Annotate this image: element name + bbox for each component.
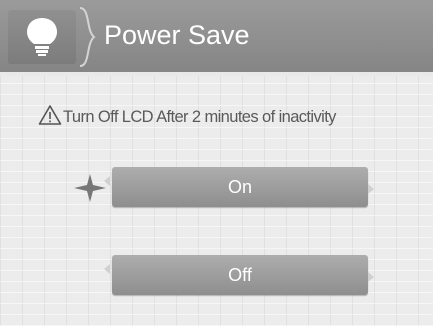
warning-icon xyxy=(38,105,62,125)
bulb-icon-box xyxy=(8,10,76,64)
header-divider xyxy=(0,72,433,76)
off-button-right-notch xyxy=(368,272,374,282)
header-bracket-divider xyxy=(79,7,96,67)
on-button-left-notch xyxy=(104,176,110,186)
off-button-left-notch xyxy=(104,264,110,274)
title-bar: Power Save xyxy=(0,0,433,72)
on-button[interactable]: On xyxy=(112,167,368,207)
lightbulb-icon xyxy=(27,18,57,56)
four-point-star-icon xyxy=(74,174,106,202)
inactivity-notice-text: Turn Off LCD After 2 minutes of inactivi… xyxy=(63,108,336,126)
on-button-right-notch xyxy=(368,184,374,194)
page-title: Power Save xyxy=(104,20,250,50)
off-button[interactable]: Off xyxy=(112,255,368,295)
